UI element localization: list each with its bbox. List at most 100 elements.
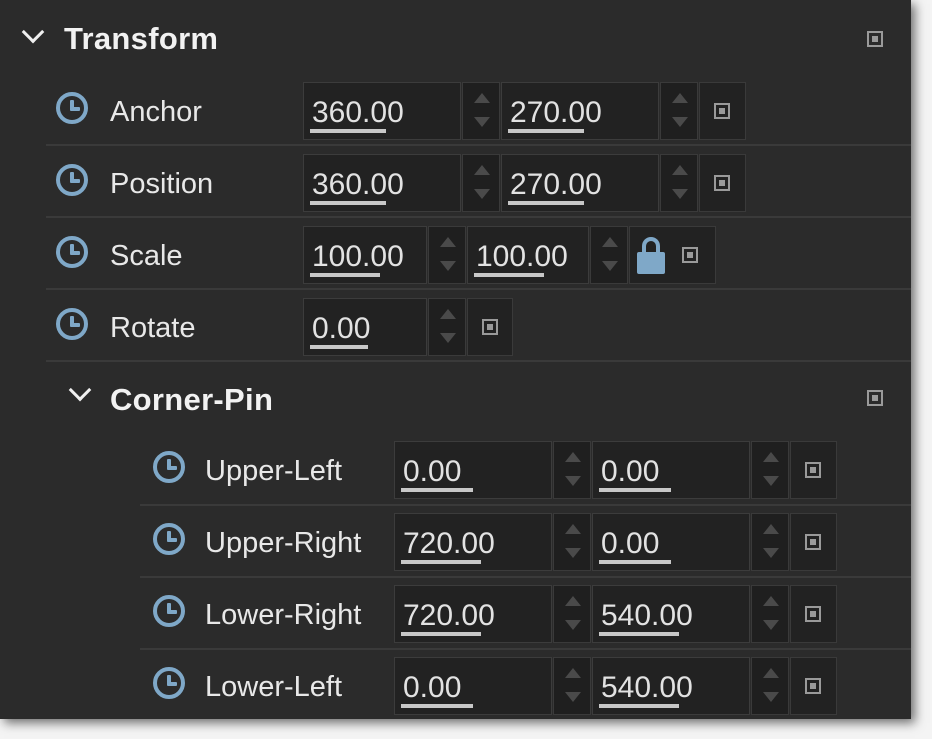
- scale-y-field[interactable]: 100.00: [467, 226, 589, 284]
- spinner-down-icon[interactable]: [565, 476, 581, 486]
- anchor-y-field[interactable]: 270.00: [501, 82, 659, 140]
- spinner-down-icon[interactable]: [672, 189, 688, 199]
- scale-y-stepper[interactable]: [590, 226, 628, 284]
- property-row-lower-right: Lower-Right 720.00 540.00: [0, 585, 911, 655]
- reset-icon: [714, 175, 730, 191]
- corner-pin-section-header[interactable]: Corner-Pin: [0, 368, 911, 428]
- property-row-upper-right: Upper-Right 720.00 0.00: [0, 513, 911, 583]
- transform-section-header[interactable]: Transform: [0, 10, 911, 70]
- spinner-down-icon[interactable]: [763, 620, 779, 630]
- spinner-down-icon[interactable]: [763, 548, 779, 558]
- spinner-down-icon[interactable]: [763, 692, 779, 702]
- scale-x-stepper[interactable]: [428, 226, 466, 284]
- spinner-down-icon[interactable]: [474, 117, 490, 127]
- anchor-x-field[interactable]: 360.00: [303, 82, 461, 140]
- chevron-down-icon[interactable]: [21, 20, 45, 44]
- property-label: Upper-Left: [205, 455, 343, 487]
- upper-right-x-field[interactable]: 720.00: [394, 513, 552, 571]
- keyframe-clock-icon[interactable]: [153, 667, 185, 699]
- keyframe-clock-icon[interactable]: [153, 451, 185, 483]
- property-label: Upper-Right: [205, 527, 362, 559]
- position-x-field[interactable]: 360.00: [303, 154, 461, 212]
- property-row-lower-left: Lower-Left 0.00 540.00: [0, 657, 911, 719]
- upper-right-y-stepper[interactable]: [751, 513, 789, 571]
- upper-left-reset-button[interactable]: [790, 441, 837, 499]
- rotate-reset-button[interactable]: [467, 298, 513, 356]
- keyframe-clock-icon[interactable]: [56, 92, 88, 124]
- upper-right-reset-button[interactable]: [790, 513, 837, 571]
- property-row-upper-left: Upper-Left 0.00 0.00: [0, 441, 911, 511]
- lower-left-x-field[interactable]: 0.00: [394, 657, 552, 715]
- property-label: Scale: [110, 240, 183, 272]
- lower-left-y-stepper[interactable]: [751, 657, 789, 715]
- upper-left-y-field[interactable]: 0.00: [592, 441, 750, 499]
- spinner-up-icon[interactable]: [474, 165, 490, 175]
- scale-x-field[interactable]: 100.00: [303, 226, 427, 284]
- keyframe-clock-icon[interactable]: [153, 523, 185, 555]
- spinner-down-icon[interactable]: [440, 261, 456, 271]
- upper-left-x-field[interactable]: 0.00: [394, 441, 552, 499]
- effect-controls-panel: Transform Anchor 360.00 270.00 Position …: [0, 0, 911, 719]
- upper-right-x-stepper[interactable]: [553, 513, 591, 571]
- spinner-up-icon[interactable]: [763, 524, 779, 534]
- spinner-up-icon[interactable]: [440, 237, 456, 247]
- spinner-down-icon[interactable]: [565, 620, 581, 630]
- position-x-stepper[interactable]: [462, 154, 500, 212]
- lower-left-x-stepper[interactable]: [553, 657, 591, 715]
- spinner-up-icon[interactable]: [565, 524, 581, 534]
- anchor-reset-button[interactable]: [699, 82, 746, 140]
- spinner-up-icon[interactable]: [672, 93, 688, 103]
- spinner-down-icon[interactable]: [565, 548, 581, 558]
- spinner-up-icon[interactable]: [565, 452, 581, 462]
- spinner-up-icon[interactable]: [440, 309, 456, 319]
- spinner-down-icon[interactable]: [763, 476, 779, 486]
- property-label: Lower-Right: [205, 599, 362, 631]
- lower-right-x-field[interactable]: 720.00: [394, 585, 552, 643]
- property-label: Anchor: [110, 96, 202, 128]
- upper-right-y-field[interactable]: 0.00: [592, 513, 750, 571]
- lower-right-y-stepper[interactable]: [751, 585, 789, 643]
- spinner-up-icon[interactable]: [474, 93, 490, 103]
- anchor-x-stepper[interactable]: [462, 82, 500, 140]
- spinner-up-icon[interactable]: [565, 596, 581, 606]
- reset-icon: [805, 606, 821, 622]
- lower-left-reset-button[interactable]: [790, 657, 837, 715]
- upper-left-y-stepper[interactable]: [751, 441, 789, 499]
- keyframe-clock-icon[interactable]: [153, 595, 185, 627]
- spinner-up-icon[interactable]: [763, 452, 779, 462]
- property-row-anchor: Anchor 360.00 270.00: [0, 82, 911, 152]
- spinner-up-icon[interactable]: [602, 237, 618, 247]
- rotate-stepper[interactable]: [428, 298, 466, 356]
- keyframe-clock-icon[interactable]: [56, 164, 88, 196]
- spinner-down-icon[interactable]: [672, 117, 688, 127]
- position-y-stepper[interactable]: [660, 154, 698, 212]
- chevron-down-icon[interactable]: [68, 378, 92, 402]
- upper-left-x-stepper[interactable]: [553, 441, 591, 499]
- spinner-up-icon[interactable]: [672, 165, 688, 175]
- keyframe-clock-icon[interactable]: [56, 236, 88, 268]
- anchor-y-stepper[interactable]: [660, 82, 698, 140]
- lower-right-reset-button[interactable]: [790, 585, 837, 643]
- spinner-up-icon[interactable]: [763, 668, 779, 678]
- lock-icon[interactable]: [636, 237, 666, 275]
- position-reset-button[interactable]: [699, 154, 746, 212]
- spinner-up-icon[interactable]: [763, 596, 779, 606]
- reset-icon[interactable]: [682, 247, 698, 263]
- reset-icon[interactable]: [867, 31, 883, 47]
- lower-right-y-field[interactable]: 540.00: [592, 585, 750, 643]
- property-label: Lower-Left: [205, 671, 343, 703]
- property-label: Position: [110, 168, 214, 200]
- position-y-field[interactable]: 270.00: [501, 154, 659, 212]
- property-label: Rotate: [110, 312, 196, 344]
- lower-left-y-field[interactable]: 540.00: [592, 657, 750, 715]
- lower-right-x-stepper[interactable]: [553, 585, 591, 643]
- property-row-scale: Scale 100.00 100.00: [0, 226, 911, 296]
- rotate-field[interactable]: 0.00: [303, 298, 427, 356]
- spinner-down-icon[interactable]: [565, 692, 581, 702]
- spinner-up-icon[interactable]: [565, 668, 581, 678]
- reset-icon[interactable]: [867, 390, 883, 406]
- keyframe-clock-icon[interactable]: [56, 308, 88, 340]
- spinner-down-icon[interactable]: [440, 333, 456, 343]
- spinner-down-icon[interactable]: [474, 189, 490, 199]
- spinner-down-icon[interactable]: [602, 261, 618, 271]
